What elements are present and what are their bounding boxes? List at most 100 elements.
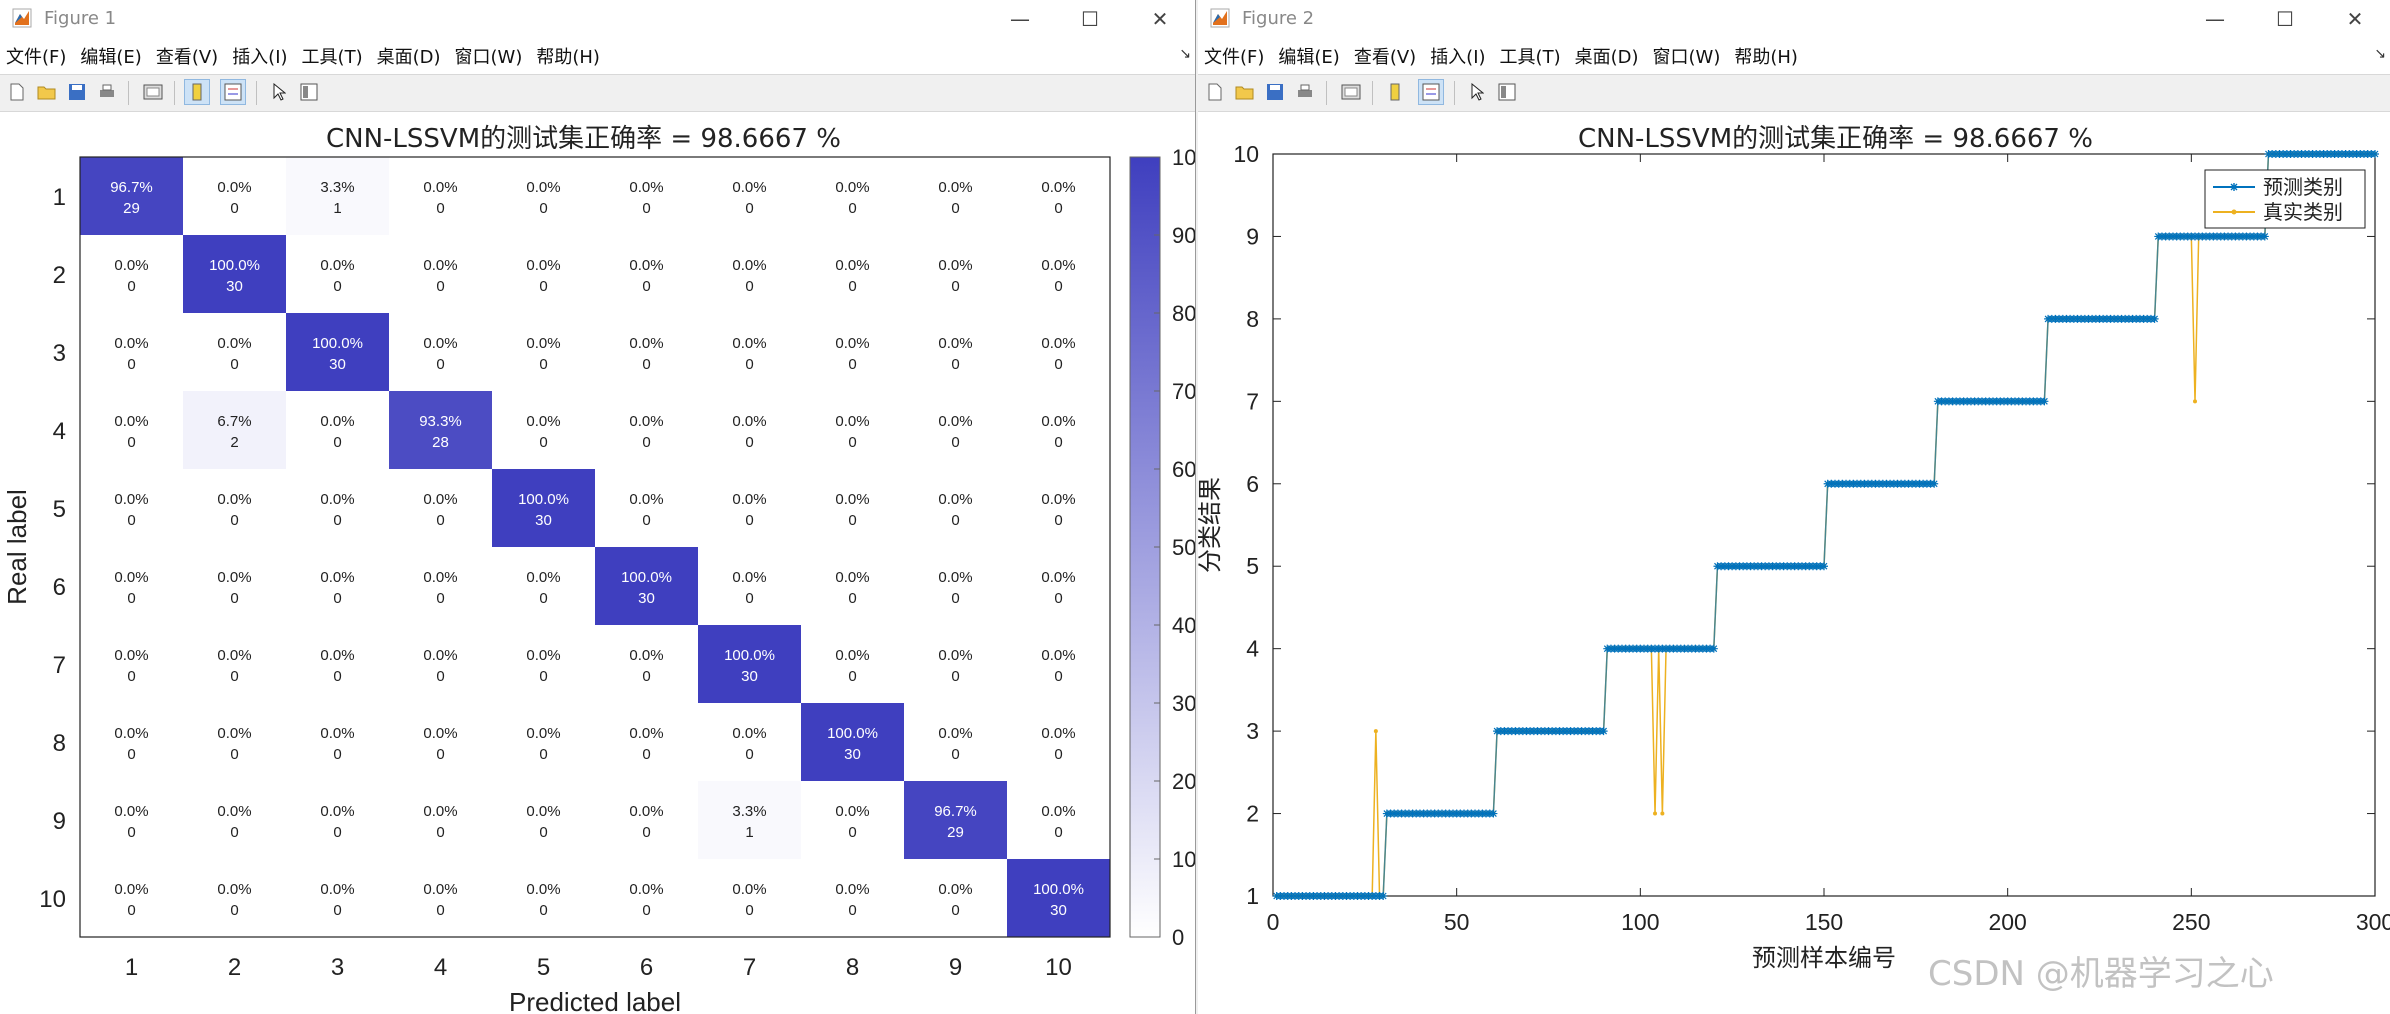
legend-button[interactable]: [1418, 79, 1444, 105]
cell-percent-label: 0.0%: [526, 647, 560, 664]
open-button[interactable]: [34, 79, 60, 105]
matrix-cell: [595, 157, 698, 235]
y-tick-label: 9: [53, 808, 66, 835]
property-inspector-button[interactable]: [296, 79, 322, 105]
cell-percent-label: 0.0%: [938, 257, 972, 274]
menu-insert[interactable]: 插入(I): [1423, 43, 1492, 69]
matrix-cell: [595, 391, 698, 469]
cell-percent-label: 0.0%: [629, 725, 663, 742]
menu-desktop[interactable]: 桌面(D): [1568, 43, 1646, 69]
cell-count-label: 0: [230, 590, 238, 607]
property-inspector-button[interactable]: [1494, 79, 1520, 105]
cell-count-label: 0: [951, 434, 959, 451]
cell-percent-label: 0.0%: [1041, 569, 1075, 586]
pointer-button[interactable]: [266, 79, 292, 105]
matrix-cell: [80, 625, 183, 703]
dock-arrow-icon[interactable]: ↘: [1179, 46, 1191, 62]
cell-count-label: 0: [539, 590, 547, 607]
cell-percent-label: 0.0%: [938, 725, 972, 742]
menu-window[interactable]: 窗口(W): [448, 43, 530, 69]
series-pred-marker: [1930, 479, 1939, 488]
dock-arrow-icon[interactable]: ↘: [2374, 46, 2386, 62]
pointer-button[interactable]: [1464, 79, 1490, 105]
x-tick-label: 2: [228, 954, 241, 981]
y-axis-label: 分类结果: [1198, 477, 1224, 573]
menu-window[interactable]: 窗口(W): [1646, 43, 1728, 69]
menu-edit[interactable]: 编辑(E): [1271, 43, 1346, 69]
x-tick-label: 200: [1988, 909, 2026, 935]
cell-count-label: 0: [436, 356, 444, 373]
y-tick-label: 3: [1246, 718, 1259, 744]
cell-percent-label: 0.0%: [423, 491, 457, 508]
menu-view[interactable]: 查看(V): [149, 43, 225, 69]
link-plot-button[interactable]: [140, 79, 166, 105]
print-button[interactable]: [1292, 79, 1318, 105]
matrix-cell: [904, 547, 1007, 625]
cell-percent-label: 0.0%: [1041, 491, 1075, 508]
matrix-cell: [492, 547, 595, 625]
colorbar-tick-label: 10: [1172, 847, 1196, 872]
print-button[interactable]: [94, 79, 120, 105]
y-tick-label: 8: [1246, 306, 1259, 332]
menu-help[interactable]: 帮助(H): [529, 43, 607, 69]
menu-desktop[interactable]: 桌面(D): [370, 43, 448, 69]
matlab-icon: [1210, 8, 1230, 28]
print-icon: [100, 84, 114, 97]
matrix-cell: [80, 469, 183, 547]
menu-view[interactable]: 查看(V): [1347, 43, 1423, 69]
y-tick-label: 1: [1246, 883, 1259, 909]
menu-tools[interactable]: 工具(T): [1493, 43, 1568, 69]
close-button[interactable]: ✕: [2320, 0, 2390, 38]
matrix-cell: [595, 469, 698, 547]
minimize-button[interactable]: —: [985, 0, 1055, 38]
link-plot-button[interactable]: [1338, 79, 1364, 105]
cell-count-label: 0: [230, 668, 238, 685]
maximize-button[interactable]: ☐: [2250, 0, 2320, 38]
series-pred-marker: [2371, 150, 2379, 158]
matrix-cell: [286, 235, 389, 313]
colorbar-button[interactable]: [1382, 79, 1408, 105]
menu-help[interactable]: 帮助(H): [1727, 43, 1805, 69]
menu-insert[interactable]: 插入(I): [225, 43, 294, 69]
save-button[interactable]: [64, 79, 90, 105]
cell-count-label: 0: [642, 746, 650, 763]
minimize-icon: —: [2205, 7, 2225, 31]
close-button[interactable]: ✕: [1125, 0, 1195, 38]
series-true-point: [1660, 811, 1665, 816]
new-file-icon: [10, 83, 24, 101]
y-tick-label: 3: [53, 340, 66, 367]
plot-area: [1272, 153, 2376, 897]
menu-edit[interactable]: 编辑(E): [73, 43, 148, 69]
new-figure-button[interactable]: [4, 79, 30, 105]
cell-count-label: 0: [1054, 668, 1062, 685]
matrix-cell: [492, 859, 595, 937]
matrix-cell: [389, 625, 492, 703]
cell-count-label: 0: [1054, 746, 1062, 763]
matrix-cell: [1007, 781, 1110, 859]
cell-count-label: 0: [1054, 200, 1062, 217]
cell-count-label: 30: [329, 356, 346, 373]
cell-percent-label: 0.0%: [423, 179, 457, 196]
menu-tools[interactable]: 工具(T): [295, 43, 370, 69]
menu-file[interactable]: 文件(F): [1198, 43, 1271, 69]
matrix-cell: [183, 625, 286, 703]
matrix-cell: [80, 235, 183, 313]
cell-percent-label: 0.0%: [320, 647, 354, 664]
matrix-cell: [595, 859, 698, 937]
legend-button[interactable]: [220, 79, 246, 105]
colorbar-button[interactable]: [184, 79, 210, 105]
y-tick-label: 7: [53, 652, 66, 679]
open-button[interactable]: [1232, 79, 1258, 105]
matrix-cell: [286, 625, 389, 703]
minimize-button[interactable]: —: [2180, 0, 2250, 38]
matrix-cell: [80, 703, 183, 781]
save-button[interactable]: [1262, 79, 1288, 105]
x-axis-label: Predicted label: [509, 987, 681, 1014]
menu-file[interactable]: 文件(F): [0, 43, 73, 69]
new-figure-button[interactable]: [1202, 79, 1228, 105]
maximize-button[interactable]: ☐: [1055, 0, 1125, 38]
matrix-cell: [698, 625, 801, 703]
cell-count-label: 30: [1050, 902, 1067, 919]
cell-percent-label: 0.0%: [835, 413, 869, 430]
cell-count-label: 0: [642, 512, 650, 529]
